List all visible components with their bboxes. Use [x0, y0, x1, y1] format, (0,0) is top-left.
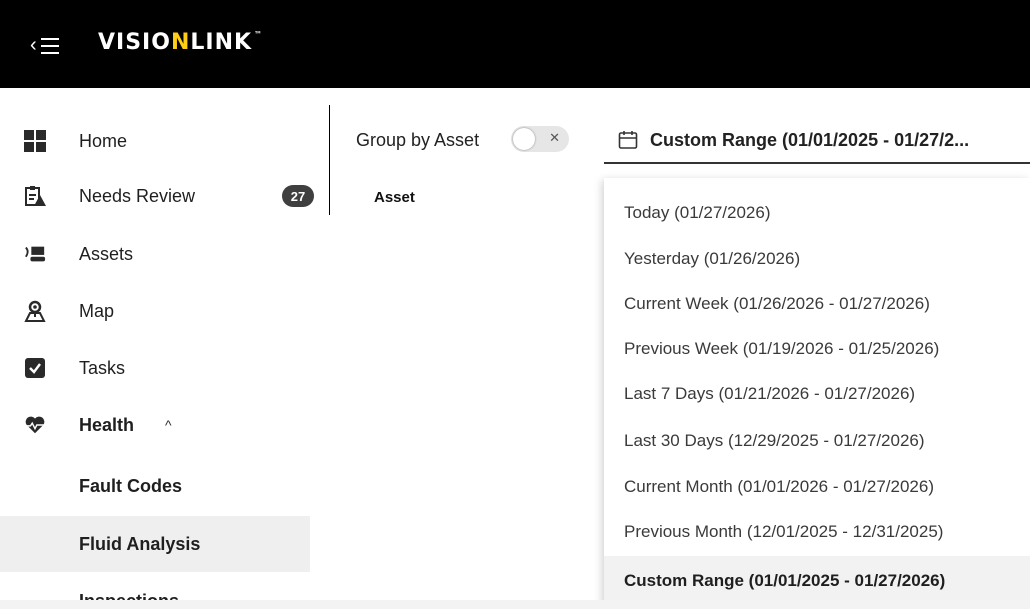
date-range-button[interactable]: Custom Range (01/01/2025 - 01/27/2... [604, 118, 1030, 164]
toggle-knob [513, 128, 535, 150]
date-option-label: Current Week (01/26/2026 - 01/27/2026) [624, 294, 930, 313]
date-option-current-month[interactable]: Current Month (01/01/2026 - 01/27/2026) [604, 464, 1030, 510]
sidebar-divider [329, 105, 330, 215]
top-header: ‹ VISIONLINK ™ [0, 0, 1030, 88]
sidebar-item-label: Assets [79, 243, 134, 264]
sidebar-nav: Home Needs Review 27 Assets Map Tasks He… [0, 88, 330, 609]
date-option-label: Yesterday (01/26/2026) [624, 249, 801, 268]
sidebar-item-fluid-analysis[interactable]: Fluid Analysis [0, 516, 310, 572]
chevron-left-icon: ‹ [30, 34, 37, 56]
sidebar-item-assets[interactable]: Assets [0, 229, 320, 279]
date-option-previous-month[interactable]: Previous Month (12/01/2025 - 12/31/2025) [604, 509, 1030, 555]
date-option-label: Today (01/27/2026) [624, 203, 771, 222]
task-check-icon [24, 357, 46, 379]
date-option-label: Last 7 Days (01/21/2026 - 01/27/2026) [624, 384, 916, 403]
date-option-previous-week[interactable]: Previous Week (01/19/2026 - 01/25/2026) [604, 326, 1030, 372]
logo-text-accent: N [170, 30, 191, 55]
date-option-current-week[interactable]: Current Week (01/26/2026 - 01/27/2026) [604, 281, 1030, 327]
logo-trademark: ™ [254, 30, 264, 39]
close-icon: ✕ [549, 130, 560, 145]
visionlink-logo[interactable]: VISIONLINK ™ [98, 30, 263, 55]
group-by-asset-toggle[interactable]: ✕ [511, 126, 569, 152]
date-option-label: Current Month (01/01/2026 - 01/27/2026) [624, 477, 934, 496]
date-option-label: Custom Range (01/01/2025 - 01/27/2026) [624, 571, 946, 590]
sidebar-item-fault-codes[interactable]: Fault Codes [0, 461, 320, 511]
sidebar-item-label: Fluid Analysis [79, 533, 201, 554]
sidebar-item-needs-review[interactable]: Needs Review 27 [0, 171, 320, 221]
sidebar-item-label: Home [79, 130, 128, 151]
sidebar-item-label: Map [79, 300, 115, 321]
sidebar-item-label: Tasks [79, 357, 126, 378]
sidebar-item-label: Fault Codes [79, 475, 183, 496]
bottom-scroll-strip [0, 600, 1030, 609]
date-option-today[interactable]: Today (01/27/2026) [604, 190, 1030, 236]
sidebar-item-tasks[interactable]: Tasks [0, 343, 320, 393]
map-pin-icon [24, 300, 46, 322]
date-option-label: Previous Month (12/01/2025 - 12/31/2025) [624, 522, 944, 541]
date-option-custom-range[interactable]: Custom Range (01/01/2025 - 01/27/2026) [604, 556, 1030, 606]
date-range-dropdown: Today (01/27/2026) Yesterday (01/26/2026… [604, 178, 1030, 609]
hamburger-icon [40, 38, 59, 54]
needs-review-count-badge: 27 [282, 185, 314, 207]
home-grid-icon [24, 130, 46, 152]
logo-text-prefix: VISIO [98, 30, 171, 55]
date-range-value: Custom Range (01/01/2025 - 01/27/2... [650, 130, 970, 150]
group-by-asset-label: Group by Asset [356, 130, 480, 150]
sidebar-item-label: Health [79, 414, 135, 435]
chevron-up-icon[interactable]: ^ [165, 417, 172, 433]
date-option-yesterday[interactable]: Yesterday (01/26/2026) [604, 236, 1030, 282]
menu-collapse-icon[interactable]: ‹ [30, 33, 72, 59]
sidebar-item-map[interactable]: Map [0, 286, 320, 336]
date-option-label: Previous Week (01/19/2026 - 01/25/2026) [624, 339, 940, 358]
sidebar-item-home[interactable]: Home [0, 116, 320, 166]
sidebar-item-health[interactable]: Health ^ [0, 400, 320, 450]
heart-pulse-icon [24, 414, 46, 436]
date-option-last-30-days[interactable]: Last 30 Days (12/29/2025 - 01/27/2026) [604, 418, 1030, 464]
sidebar-item-label: Needs Review [79, 185, 196, 206]
column-header-asset[interactable]: Asset [374, 189, 415, 206]
date-option-label: Last 30 Days (12/29/2025 - 01/27/2026) [624, 431, 925, 450]
clipboard-alert-icon [24, 185, 46, 207]
logo-text-suffix: LINK [190, 30, 253, 55]
date-option-last-7-days[interactable]: Last 7 Days (01/21/2026 - 01/27/2026) [604, 371, 1030, 417]
calendar-icon [618, 130, 638, 155]
machine-icon [24, 243, 46, 265]
